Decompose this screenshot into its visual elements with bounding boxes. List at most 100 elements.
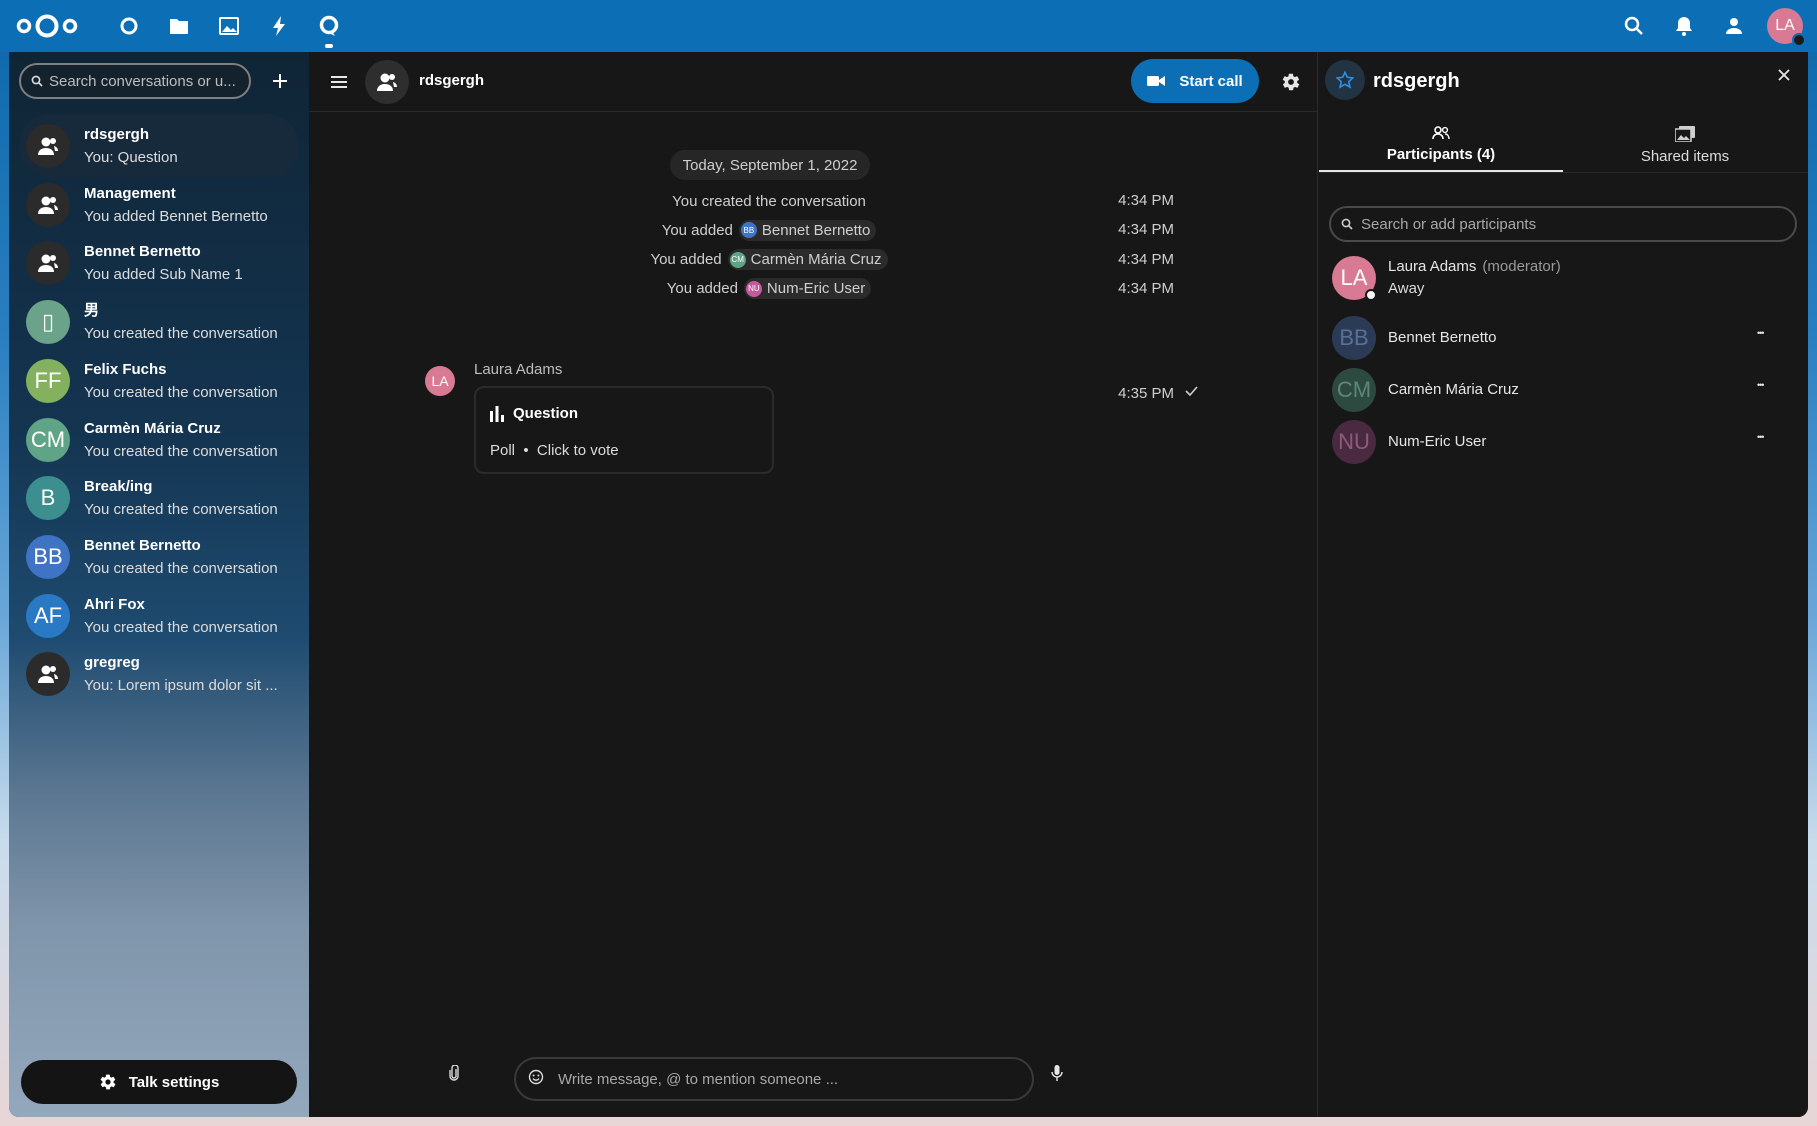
poll-card[interactable]: Question Poll • Click to vote bbox=[474, 386, 774, 474]
photos-icon[interactable] bbox=[204, 0, 254, 52]
conversation-item[interactable]: BB Bennet Bernetto You created the convers… bbox=[19, 525, 299, 589]
conversation-item[interactable]: FF Felix Fuchs You created the conversatio… bbox=[19, 349, 299, 413]
attach-button[interactable] bbox=[449, 1064, 459, 1086]
conversation-name: 男 bbox=[84, 302, 100, 320]
system-message-text: You created the conversation bbox=[672, 192, 866, 210]
favorite-button[interactable] bbox=[1325, 60, 1365, 100]
message-composer: Write message, @ to mention someone ... bbox=[309, 1052, 1318, 1102]
more-options-icon[interactable]: ••• bbox=[1757, 328, 1765, 338]
gear-icon bbox=[1282, 73, 1300, 91]
toggle-navigation-button[interactable] bbox=[323, 66, 355, 98]
conversation-item[interactable]: Bennet Bernetto You added Sub Name 1 bbox=[19, 231, 299, 295]
talk-icon[interactable] bbox=[304, 0, 354, 52]
emoji-button[interactable] bbox=[528, 1069, 544, 1090]
panel-title: rdsgergh bbox=[1373, 70, 1460, 92]
participant-initials: NU bbox=[1338, 429, 1370, 454]
conversation-item[interactable]: B Break/ing You created the conversation bbox=[19, 466, 299, 530]
conversation-last-message: You: Lorem ipsum dolor sit ... bbox=[84, 677, 278, 695]
top-bar: LA bbox=[0, 0, 1817, 52]
participant-name-line: Laura Adams (moderator) bbox=[1388, 256, 1561, 278]
more-options-icon[interactable]: ••• bbox=[1757, 432, 1765, 442]
create-conversation-button[interactable] bbox=[264, 65, 296, 97]
participant-avatar: CM bbox=[1332, 368, 1376, 412]
conversation-name: Bennet Bernetto bbox=[84, 243, 201, 261]
conversation-item[interactable]: ▯ 男 You created the conversation bbox=[19, 290, 299, 354]
start-call-button[interactable]: Start call bbox=[1131, 59, 1259, 103]
conversation-text: 男 You created the conversation bbox=[84, 299, 278, 345]
participant-text: Bennet Bernetto bbox=[1388, 327, 1496, 349]
participant-name: Carmèn Mária Cruz bbox=[1388, 381, 1519, 398]
search-placeholder: Search conversations or u... bbox=[49, 72, 236, 90]
conversation-item[interactable]: Management You added Bennet Bernetto bbox=[19, 173, 299, 237]
conversation-item[interactable]: gregreg You: Lorem ipsum dolor sit ... bbox=[19, 642, 299, 706]
participant-item[interactable]: ••• CM Carmèn Mária Cruz bbox=[1319, 362, 1808, 418]
conversation-settings-button[interactable] bbox=[1274, 65, 1308, 99]
notifications-icon[interactable] bbox=[1659, 0, 1709, 52]
participant-status: Away bbox=[1388, 280, 1425, 297]
microphone-icon bbox=[1051, 1065, 1063, 1081]
dashboard-icon[interactable] bbox=[104, 0, 154, 52]
poll-title-row: Question bbox=[490, 405, 578, 422]
date-separator: Today, September 1, 2022 bbox=[670, 150, 870, 180]
mention-chip[interactable]: CM Carmèn Mária Cruz bbox=[727, 249, 888, 271]
search-icon[interactable] bbox=[1609, 0, 1659, 52]
conversation-item[interactable]: AF Ahri Fox You created the conversation bbox=[19, 584, 299, 648]
close-panel-button[interactable] bbox=[1769, 60, 1799, 90]
tab-participants-label: Participants (4) bbox=[1386, 146, 1496, 163]
mention-chip[interactable]: BB Bennet Bernetto bbox=[738, 219, 877, 241]
participant-text: Num-Eric User bbox=[1388, 431, 1486, 453]
group-avatar bbox=[26, 241, 70, 286]
conversation-name: Carmèn Mária Cruz bbox=[84, 419, 221, 437]
conversation-text: Felix Fuchs You created the conversation bbox=[84, 358, 278, 404]
system-message: You added BB Bennet Bernetto bbox=[459, 218, 1079, 242]
conversation-text: Carmèn Mária Cruz You created the convers… bbox=[84, 417, 278, 463]
chat-view: rdsgergh Start call Today, September 1, … bbox=[309, 52, 1318, 1117]
tab-shared-items[interactable]: Shared items bbox=[1563, 126, 1807, 172]
conversation-item[interactable]: rdsgergh You: Question bbox=[19, 114, 299, 178]
more-options-icon[interactable]: ••• bbox=[1757, 380, 1765, 390]
tab-participants[interactable]: Participants (4) bbox=[1319, 126, 1563, 172]
participant-name-line: Carmèn Mária Cruz bbox=[1388, 379, 1519, 401]
mention-chip[interactable]: NU Num-Eric User bbox=[743, 278, 872, 300]
participant-search-input[interactable]: Search or add participants bbox=[1329, 206, 1797, 242]
conversation-last-message: You created the conversation bbox=[84, 325, 278, 343]
tab-divider bbox=[1319, 172, 1808, 173]
conversation-last-message: You created the conversation bbox=[84, 383, 278, 401]
mention-name: Carmèn Mária Cruz bbox=[750, 251, 882, 269]
participant-name-line: Num-Eric User bbox=[1388, 431, 1486, 453]
participant-search-placeholder: Search or add participants bbox=[1361, 215, 1537, 233]
talk-settings-button[interactable]: Talk settings bbox=[21, 1060, 297, 1104]
contacts-icon[interactable] bbox=[1709, 0, 1759, 52]
system-message: You added CM Carmèn Mária Cruz bbox=[459, 248, 1079, 272]
conversation-search-input[interactable]: Search conversations or u... bbox=[19, 63, 251, 99]
participant-item[interactable]: ••• BB Bennet Bernetto bbox=[1319, 310, 1808, 366]
participant-item[interactable]: LA Laura Adams (moderator) Away bbox=[1319, 250, 1808, 306]
video-icon bbox=[1147, 76, 1166, 86]
message-placeholder: Write message, @ to mention someone ... bbox=[558, 1070, 839, 1088]
group-avatar bbox=[26, 182, 70, 227]
participant-avatar: LA bbox=[1332, 256, 1377, 301]
conversation-last-message: You: Question bbox=[84, 149, 178, 166]
conversation-item[interactable]: CM Carmèn Mária Cruz You created the conve… bbox=[19, 408, 299, 472]
participant-role: (moderator) bbox=[1482, 258, 1561, 275]
record-voice-button[interactable] bbox=[1051, 1065, 1063, 1086]
user-avatar[interactable]: LA bbox=[1767, 8, 1806, 47]
mention-name: Num-Eric User bbox=[766, 280, 866, 298]
activity-icon[interactable] bbox=[254, 0, 304, 52]
conversation-details-panel: rdsgergh Participants (4) Shared items S… bbox=[1319, 52, 1808, 1117]
nextcloud-logo[interactable] bbox=[16, 12, 78, 40]
menu-icon bbox=[331, 76, 347, 88]
message-author-avatar[interactable]: LA bbox=[425, 366, 455, 396]
conversation-avatar: B bbox=[26, 476, 70, 521]
message-input[interactable]: Write message, @ to mention someone ... bbox=[514, 1057, 1034, 1101]
author-initials: LA bbox=[431, 373, 449, 389]
participant-text: Carmèn Mária Cruz bbox=[1388, 379, 1519, 401]
conversation-name: Bennet Bernetto bbox=[84, 536, 201, 554]
user-initials: LA bbox=[1775, 17, 1795, 34]
conversation-avatar: ▯ bbox=[26, 300, 70, 345]
message-time: 4:35 PM bbox=[1118, 385, 1174, 402]
participant-name-line: Bennet Bernetto bbox=[1388, 327, 1496, 349]
participant-item[interactable]: ••• NU Num-Eric User bbox=[1319, 414, 1808, 470]
files-icon[interactable] bbox=[154, 0, 204, 52]
conversation-name: gregreg bbox=[84, 654, 140, 672]
